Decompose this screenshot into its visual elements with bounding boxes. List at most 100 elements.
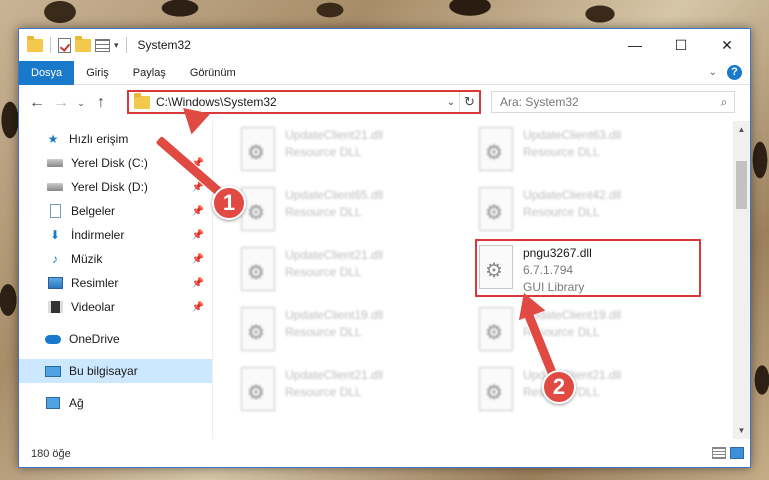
file-list: UpdateClient21.dll Resource DLL UpdateCli…	[213, 121, 750, 439]
sidebar-item-label: Yerel Disk (D:)	[71, 180, 148, 194]
quick-access-toolbar: ▾	[19, 35, 130, 53]
dll-file-icon	[241, 307, 275, 351]
properties-check-icon[interactable]	[58, 37, 71, 53]
dll-file-icon	[479, 307, 513, 351]
sidebar-item-label: Yerel Disk (C:)	[71, 156, 148, 170]
recent-locations-button[interactable]: ⌄	[73, 98, 89, 109]
star-icon: ★	[47, 132, 59, 146]
file-type: Resource DLL	[523, 145, 600, 159]
tab-gorunum[interactable]: Görünüm	[178, 61, 248, 85]
back-button[interactable]: ←	[25, 94, 49, 112]
file-name: UpdateClient42.dll	[523, 188, 622, 202]
refresh-button[interactable]: ↻	[459, 92, 479, 112]
vertical-scrollbar[interactable]: ▲ ▼	[733, 121, 750, 439]
file-type: Resource DLL	[285, 265, 362, 279]
window-controls: — ☐ ✕	[612, 29, 750, 61]
search-box[interactable]: Ara: System32 ⌕	[491, 91, 735, 113]
sidebar-item-onedrive[interactable]: OneDrive	[19, 327, 212, 351]
file-type: Resource DLL	[523, 205, 600, 219]
dll-file-icon	[241, 367, 275, 411]
details-view-icon[interactable]	[712, 447, 726, 459]
tab-giris[interactable]: Giriş	[74, 61, 121, 85]
sidebar-item-pictures[interactable]: Resimler 📌	[19, 271, 212, 295]
dll-file-icon	[479, 127, 513, 171]
sidebar-item-videos[interactable]: Videolar 📌	[19, 295, 212, 319]
file-item[interactable]: UpdateClient21.dll Resource DLL	[237, 123, 463, 181]
file-highlight-box	[475, 239, 701, 297]
pin-icon[interactable]: 📌	[192, 278, 204, 289]
sidebar-item-local-disk-d[interactable]: Yerel Disk (D:) 📌	[19, 175, 212, 199]
file-name: UpdateClient19.dll	[285, 308, 384, 322]
up-button[interactable]: ↑	[89, 94, 113, 112]
navigation-pane: ★ Hızlı erişim Yerel Disk (C:) 📌 Yerel D…	[19, 121, 213, 439]
sidebar-item-label: Ağ	[69, 396, 84, 410]
sidebar-item-label: OneDrive	[69, 332, 120, 346]
sidebar-item-this-pc[interactable]: Bu bilgisayar	[19, 359, 212, 383]
dll-file-icon	[479, 187, 513, 231]
file-item[interactable]: UpdateClient65.dll Resource DLL	[237, 183, 463, 241]
folder-icon	[134, 92, 150, 109]
file-type: Resource DLL	[285, 325, 362, 339]
file-item[interactable]: UpdateClient21.dll Resource DLL	[237, 243, 463, 301]
sidebar-item-documents[interactable]: Belgeler 📌	[19, 199, 212, 223]
customize-icon[interactable]	[95, 38, 110, 52]
sidebar-item-music[interactable]: ♪ Müzik 📌	[19, 247, 212, 271]
file-item[interactable]: UpdateClient19.dllResource DLL	[475, 303, 701, 361]
qat-dropdown-icon[interactable]: ▾	[114, 40, 119, 51]
file-item[interactable]: UpdateClient63.dll Resource DLL	[475, 123, 701, 181]
search-icon[interactable]: ⌕	[714, 95, 734, 110]
maximize-button[interactable]: ☐	[658, 29, 704, 61]
forward-button[interactable]: →	[49, 94, 73, 112]
view-buttons	[712, 447, 744, 459]
window-title: System32	[137, 38, 191, 52]
scroll-up-icon[interactable]: ▲	[733, 121, 750, 138]
network-icon	[45, 396, 61, 410]
sidebar-item-label: Videolar	[71, 300, 115, 314]
pin-icon[interactable]: 📌	[192, 302, 204, 313]
sidebar-item-label: İndirmeler	[71, 228, 125, 242]
sidebar-item-quick-access[interactable]: ★ Hızlı erişim	[19, 127, 212, 151]
drive-icon	[47, 156, 63, 170]
file-item[interactable]: UpdateClient21.dll Resource DLL	[237, 363, 463, 421]
separator	[50, 37, 51, 53]
file-name: UpdateClient65.dll	[285, 188, 384, 202]
file-item[interactable]: UpdateClient42.dll Resource DLL	[475, 183, 701, 241]
ribbon-right: ⌄ ?	[709, 65, 742, 80]
sidebar-item-network[interactable]: Ağ	[19, 391, 212, 415]
scroll-thumb[interactable]	[736, 161, 747, 209]
sidebar-item-label: Müzik	[71, 252, 103, 266]
documents-icon	[47, 204, 63, 218]
sidebar-item-label: Hızlı erişim	[69, 132, 129, 146]
tab-dosya[interactable]: Dosya	[19, 60, 75, 85]
file-name: UpdateClient21.dll	[285, 248, 384, 262]
scroll-down-icon[interactable]: ▼	[733, 422, 750, 439]
drive-icon	[47, 180, 63, 194]
address-dropdown-icon[interactable]: ⌄	[443, 97, 459, 108]
minimize-button[interactable]: —	[612, 29, 658, 61]
status-bar: 180 öğe	[19, 441, 750, 467]
dll-file-icon	[479, 367, 513, 411]
explorer-window: ▾ System32 — ☐ ✕ Dosya Giriş Paylaş Görü…	[18, 28, 751, 468]
separator	[125, 37, 127, 53]
file-item[interactable]: UpdateClient21.dllResource DLL	[475, 363, 701, 421]
tiles-view-icon[interactable]	[730, 447, 744, 459]
sidebar-item-downloads[interactable]: ⬇ İndirmeler 📌	[19, 223, 212, 247]
pictures-icon	[47, 276, 63, 290]
file-type: Resource DLL	[285, 145, 362, 159]
pin-icon[interactable]: 📌	[192, 206, 204, 217]
pin-icon[interactable]: 📌	[192, 230, 204, 241]
ribbon-tabs: Dosya Giriş Paylaş Görünüm ⌄ ?	[19, 60, 750, 85]
file-name: UpdateClient21.dll	[285, 128, 384, 142]
tab-paylas[interactable]: Paylaş	[121, 61, 178, 85]
search-input[interactable]: Ara: System32	[492, 95, 714, 109]
close-button[interactable]: ✕	[704, 29, 750, 61]
expand-ribbon-icon[interactable]: ⌄	[709, 67, 717, 78]
help-icon[interactable]: ?	[727, 65, 742, 80]
file-type: Resource DLL	[285, 385, 362, 399]
dll-file-icon	[241, 187, 275, 231]
sidebar-item-label: Belgeler	[71, 204, 116, 218]
file-item[interactable]: UpdateClient19.dll Resource DLL	[237, 303, 463, 361]
pin-icon[interactable]: 📌	[192, 254, 204, 265]
file-name: UpdateClient21.dll	[285, 368, 384, 382]
new-folder-icon[interactable]	[75, 35, 91, 52]
